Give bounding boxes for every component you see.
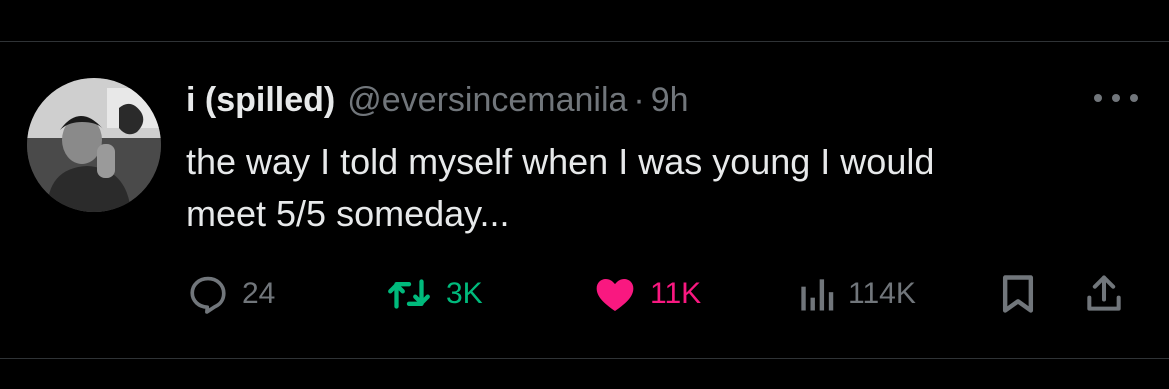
reply-count: 24 xyxy=(242,277,276,310)
post-text: the way I told myself when I was young I… xyxy=(186,141,935,234)
avatar-photo xyxy=(27,78,161,212)
repost-icon xyxy=(388,279,430,309)
reply-button[interactable]: 24 xyxy=(186,272,275,316)
action-bar: 24 3K 11K 114K xyxy=(186,272,1146,316)
like-count: 11K xyxy=(650,277,702,310)
like-button[interactable]: 11K xyxy=(592,272,701,316)
repost-count: 3K xyxy=(446,277,483,310)
views-count: 114K xyxy=(848,277,916,310)
repost-button[interactable]: 3K xyxy=(384,272,483,316)
bookmark-button[interactable] xyxy=(998,272,1038,316)
views-button[interactable]: 114K xyxy=(796,272,916,316)
share-icon xyxy=(1087,275,1121,311)
views-icon xyxy=(801,279,834,311)
author-name[interactable]: i (spilled) xyxy=(186,81,335,120)
bottom-divider xyxy=(0,358,1169,359)
top-divider xyxy=(0,41,1169,42)
like-icon xyxy=(596,278,634,312)
reply-icon xyxy=(190,276,226,314)
bookmark-icon xyxy=(1002,275,1034,313)
avatar[interactable] xyxy=(27,78,161,212)
post-time[interactable]: 9h xyxy=(651,81,689,120)
post-header: i (spilled) @eversincemanila · 9h xyxy=(186,76,689,124)
more-icon[interactable] xyxy=(1094,90,1138,106)
author-handle[interactable]: @eversincemanila xyxy=(347,81,627,120)
share-button[interactable] xyxy=(1082,272,1126,316)
separator-dot: · xyxy=(633,80,645,119)
